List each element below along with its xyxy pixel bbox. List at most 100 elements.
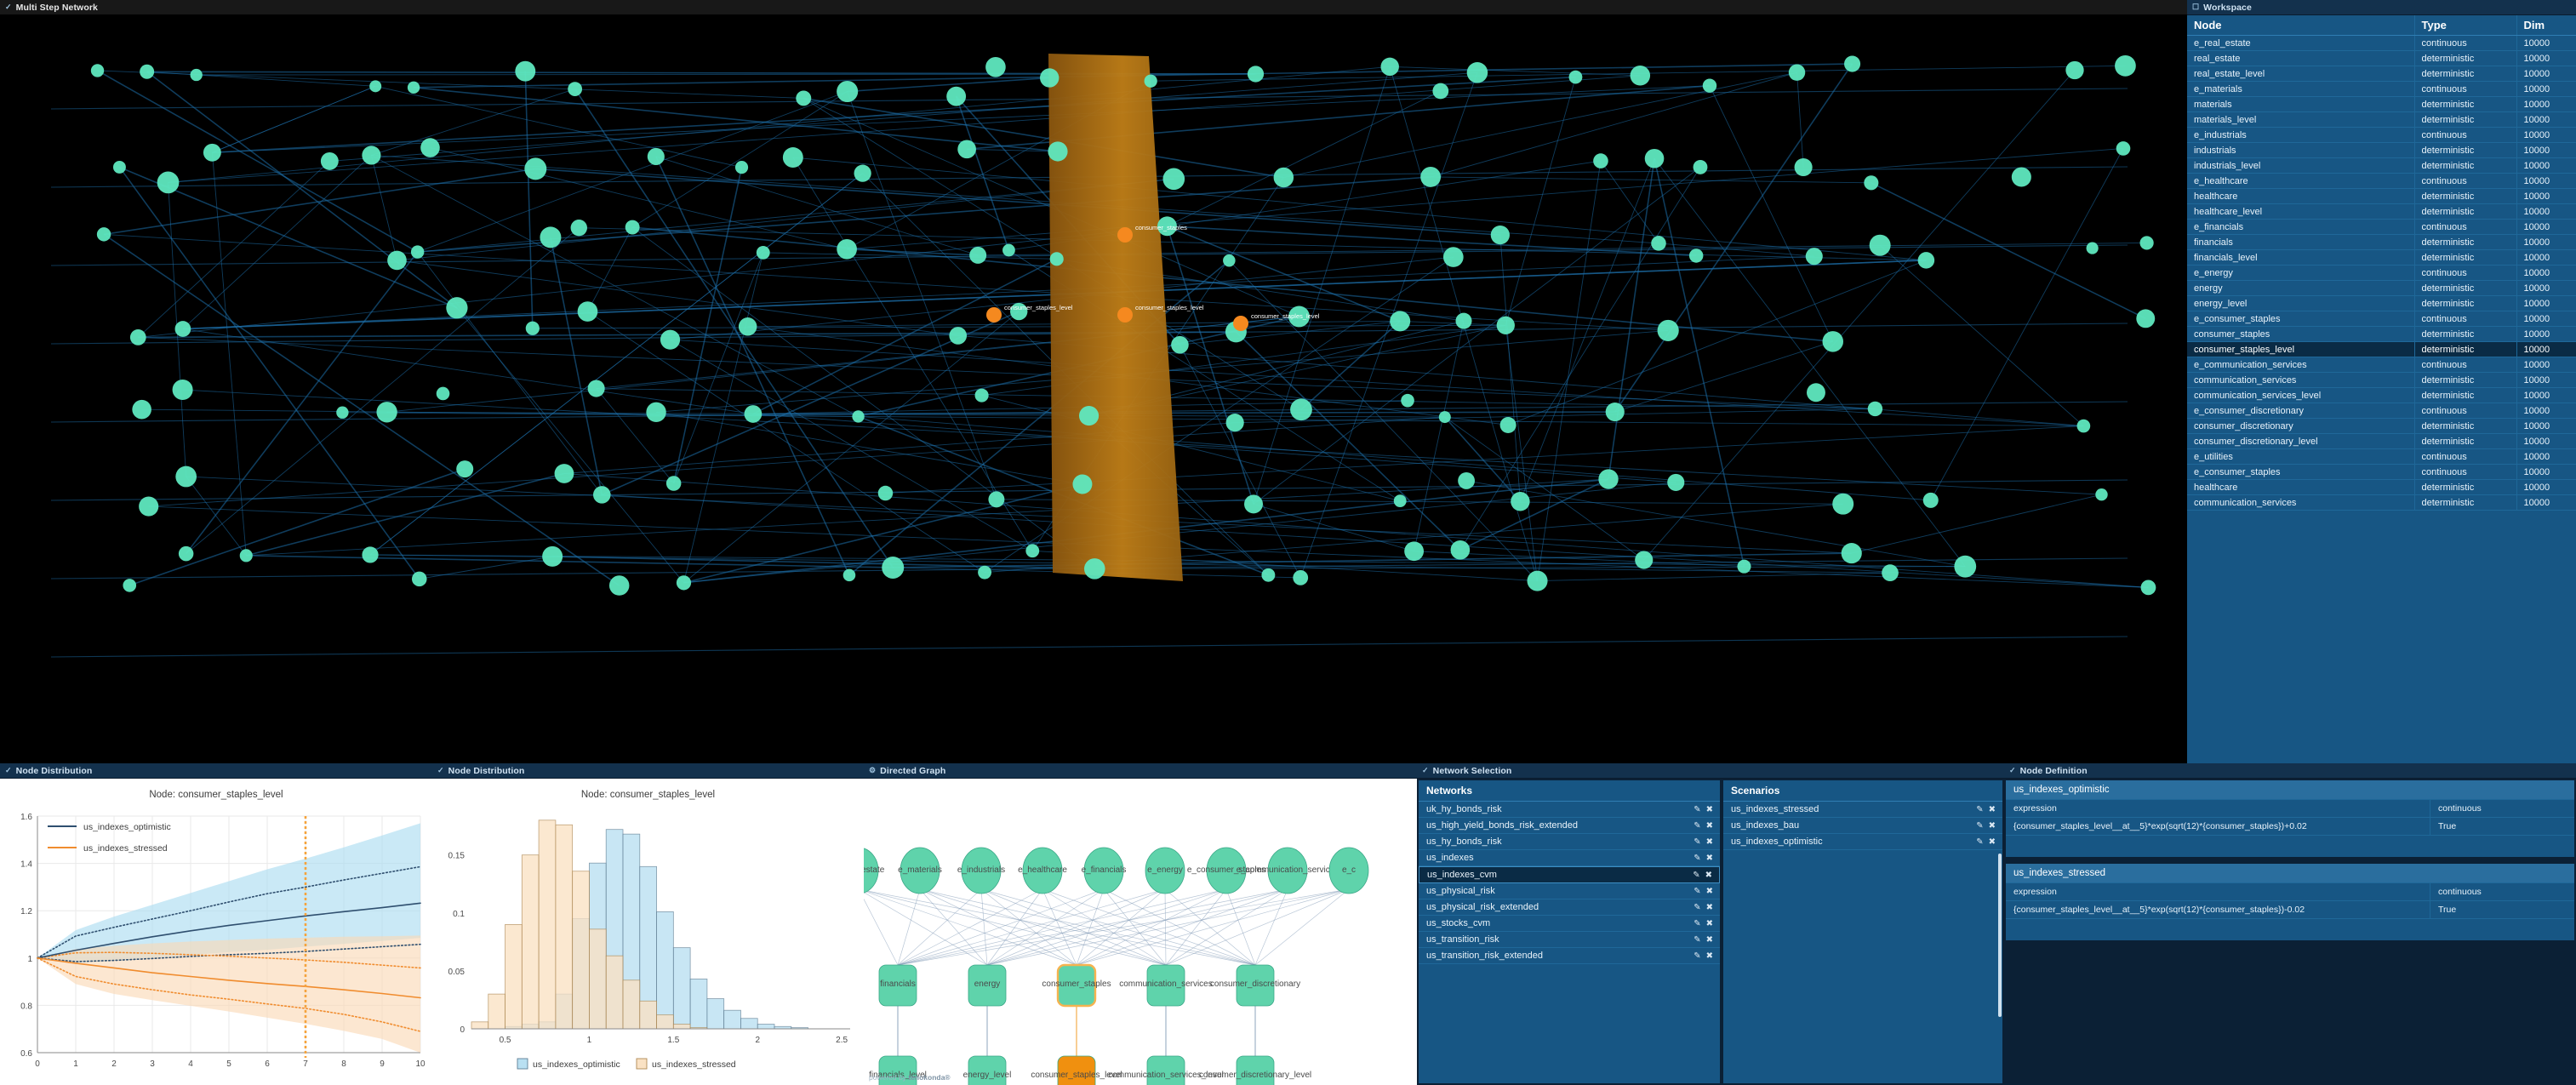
- pencil-icon[interactable]: ✎: [1694, 837, 1700, 847]
- table-row[interactable]: e_real_estate continuous 10000: [2187, 35, 2576, 51]
- scenarios-column[interactable]: Scenarios us_indexes_stressed ✎ ✖ us_indexe…: [1723, 780, 2002, 1083]
- close-icon[interactable]: ✖: [1989, 821, 1996, 831]
- pencil-icon[interactable]: ✎: [1693, 871, 1699, 880]
- list-item[interactable]: us_indexes ✎ ✖: [1419, 850, 1720, 866]
- table-row[interactable]: consumer_staples deterministic 10000: [2187, 326, 2576, 342]
- pencil-icon[interactable]: ✎: [1694, 821, 1700, 831]
- table-row[interactable]: e_energy continuous 10000: [2187, 265, 2576, 281]
- dim-cell: 10000: [2516, 157, 2576, 174]
- table-row[interactable]: consumer_discretionary deterministic 10000: [2187, 418, 2576, 434]
- list-item[interactable]: us_stocks_cvm ✎ ✖: [1419, 916, 1720, 932]
- scenarios-list[interactable]: us_indexes_stressed ✎ ✖ us_indexes_bau ✎ ✖ us_…: [1723, 802, 2002, 850]
- table-row[interactable]: real_estate_level deterministic 10000: [2187, 66, 2576, 82]
- table-row[interactable]: e_consumer_staples continuous 10000: [2187, 311, 2576, 327]
- pencil-icon[interactable]: ✎: [1694, 935, 1700, 945]
- list-item[interactable]: us_hy_bonds_risk ✎ ✖: [1419, 834, 1720, 850]
- close-icon[interactable]: ✖: [1706, 919, 1713, 928]
- workspace-table-body[interactable]: e_real_estate continuous 10000 real_estate d…: [2187, 35, 2576, 511]
- pencil-icon[interactable]: ✎: [1976, 821, 1983, 831]
- table-row[interactable]: e_materials continuous 10000: [2187, 81, 2576, 97]
- network-selection-body[interactable]: Networks uk_hy_bonds_risk ✎ ✖ us_high_yield…: [1417, 779, 2004, 1085]
- close-icon[interactable]: ✖: [1706, 887, 1713, 896]
- table-row[interactable]: materials_level deterministic 10000: [2187, 111, 2576, 128]
- close-icon[interactable]: ✖: [1989, 805, 1996, 814]
- check-icon: ✓: [1422, 766, 1429, 774]
- table-row[interactable]: consumer_discretionary_level deterministi…: [2187, 433, 2576, 449]
- list-item[interactable]: us_transition_risk_extended ✎ ✖: [1419, 948, 1720, 964]
- table-row[interactable]: communication_services deterministic 10000: [2187, 494, 2576, 511]
- pencil-icon[interactable]: ✎: [1976, 837, 1983, 847]
- definition-key-label: expression: [2013, 887, 2057, 897]
- table-row[interactable]: energy_level deterministic 10000: [2187, 295, 2576, 311]
- histogram-svg[interactable]: Node: consumer_staples_level 0 0.05 0.1 0.15…: [432, 779, 864, 1085]
- list-item-label: us_physical_risk_extended: [1426, 902, 1539, 912]
- table-row[interactable]: energy deterministic 10000: [2187, 280, 2576, 296]
- network-canvas[interactable]: consumer_staples consumer_staples_level co…: [0, 15, 2187, 763]
- node-cell: real_estate_level: [2187, 66, 2414, 82]
- close-icon[interactable]: ✖: [1706, 935, 1713, 945]
- close-icon[interactable]: ✖: [1706, 854, 1713, 863]
- type-cell: deterministic: [2413, 50, 2516, 66]
- close-icon[interactable]: ✖: [1706, 903, 1713, 912]
- digraph-canvas[interactable]: e_real_estate e_materials e_industrials e_h…: [864, 779, 1417, 1085]
- table-row[interactable]: communication_services deterministic 10000: [2187, 372, 2576, 388]
- pencil-icon[interactable]: ✎: [1694, 919, 1700, 928]
- workspace-node-table[interactable]: Node Type Dim e_real_estate continuous 100…: [2187, 15, 2576, 511]
- table-row[interactable]: healthcare_level deterministic 10000: [2187, 203, 2576, 220]
- dim-cell: 10000: [2516, 372, 2576, 388]
- list-item[interactable]: us_indexes_bau ✎ ✖: [1723, 818, 2002, 834]
- networks-list[interactable]: uk_hy_bonds_risk ✎ ✖ us_high_yield_bonds_ri…: [1419, 802, 1720, 964]
- table-row[interactable]: e_utilities continuous 10000: [2187, 448, 2576, 465]
- node-definition-body[interactable]: us_indexes_optimistic expression continuou…: [2004, 779, 2576, 1085]
- workspace-body[interactable]: Node Type Dim e_real_estate continuous 100…: [2187, 15, 2576, 763]
- table-row[interactable]: e_financials continuous 10000: [2187, 219, 2576, 235]
- type-cell: continuous: [2413, 403, 2516, 419]
- list-item[interactable]: us_indexes_optimistic ✎ ✖: [1723, 834, 2002, 850]
- table-row[interactable]: e_healthcare continuous 10000: [2187, 173, 2576, 189]
- network-graph-svg[interactable]: consumer_staplesconsumer_staples_level co…: [0, 15, 2187, 763]
- pencil-icon[interactable]: ✎: [1976, 805, 1983, 814]
- table-row[interactable]: industrials_level deterministic 10000: [2187, 157, 2576, 174]
- list-item[interactable]: us_physical_risk_extended ✎ ✖: [1419, 899, 1720, 916]
- table-row[interactable]: financials deterministic 10000: [2187, 234, 2576, 250]
- table-row[interactable]: consumer_staples_level deterministic 10000: [2187, 341, 2576, 357]
- table-row[interactable]: e_consumer_discretionary continuous 10000: [2187, 403, 2576, 419]
- table-row[interactable]: industrials deterministic 10000: [2187, 142, 2576, 158]
- svg-text:e_energy: e_energy: [1147, 865, 1183, 875]
- list-item[interactable]: uk_hy_bonds_risk ✎ ✖: [1419, 802, 1720, 818]
- fan-chart-svg[interactable]: Node: consumer_staples_level 0.6 0.8 1 1.2 1.…: [0, 779, 432, 1085]
- directed-graph-svg[interactable]: e_real_estate e_materials e_industrials e_h…: [864, 779, 1417, 1085]
- networks-column[interactable]: Networks uk_hy_bonds_risk ✎ ✖ us_high_yield…: [1419, 780, 1720, 1083]
- pencil-icon[interactable]: ✎: [1694, 903, 1700, 912]
- list-item[interactable]: us_high_yield_bonds_risk_extended ✎ ✖: [1419, 818, 1720, 834]
- table-row[interactable]: materials deterministic 10000: [2187, 96, 2576, 112]
- fan-chart-area[interactable]: Node: consumer_staples_level 0.6 0.8 1 1.2 1.…: [0, 779, 432, 1085]
- list-item[interactable]: us_indexes_cvm ✎ ✖: [1419, 866, 1720, 883]
- list-item[interactable]: us_physical_risk ✎ ✖: [1419, 883, 1720, 899]
- table-row[interactable]: e_communication_services continuous 10000: [2187, 357, 2576, 373]
- close-icon[interactable]: ✖: [1705, 871, 1712, 880]
- list-item[interactable]: us_transition_risk ✎ ✖: [1419, 932, 1720, 948]
- networks-scrollbar[interactable]: [1998, 854, 2002, 1017]
- table-row[interactable]: e_consumer_staples continuous 10000: [2187, 464, 2576, 480]
- table-row[interactable]: healthcare deterministic 10000: [2187, 479, 2576, 495]
- node-cell: e_industrials: [2187, 127, 2414, 143]
- close-icon[interactable]: ✖: [1706, 837, 1713, 847]
- check-icon: ✓: [437, 766, 444, 774]
- close-icon[interactable]: ✖: [1989, 837, 1996, 847]
- close-icon[interactable]: ✖: [1706, 821, 1713, 831]
- pencil-icon[interactable]: ✎: [1694, 951, 1700, 961]
- close-icon[interactable]: ✖: [1706, 805, 1713, 814]
- table-row[interactable]: e_industrials continuous 10000: [2187, 127, 2576, 143]
- pencil-icon[interactable]: ✎: [1694, 887, 1700, 896]
- dim-cell: 10000: [2516, 418, 2576, 434]
- table-row[interactable]: real_estate deterministic 10000: [2187, 50, 2576, 66]
- histogram-chart-area[interactable]: Node: consumer_staples_level 0 0.05 0.1 0.15…: [432, 779, 864, 1085]
- table-row[interactable]: financials_level deterministic 10000: [2187, 249, 2576, 266]
- table-row[interactable]: communication_services_level deterministi…: [2187, 387, 2576, 403]
- table-row[interactable]: healthcare deterministic 10000: [2187, 188, 2576, 204]
- pencil-icon[interactable]: ✎: [1694, 854, 1700, 863]
- list-item[interactable]: us_indexes_stressed ✎ ✖: [1723, 802, 2002, 818]
- pencil-icon[interactable]: ✎: [1694, 805, 1700, 814]
- close-icon[interactable]: ✖: [1706, 951, 1713, 961]
